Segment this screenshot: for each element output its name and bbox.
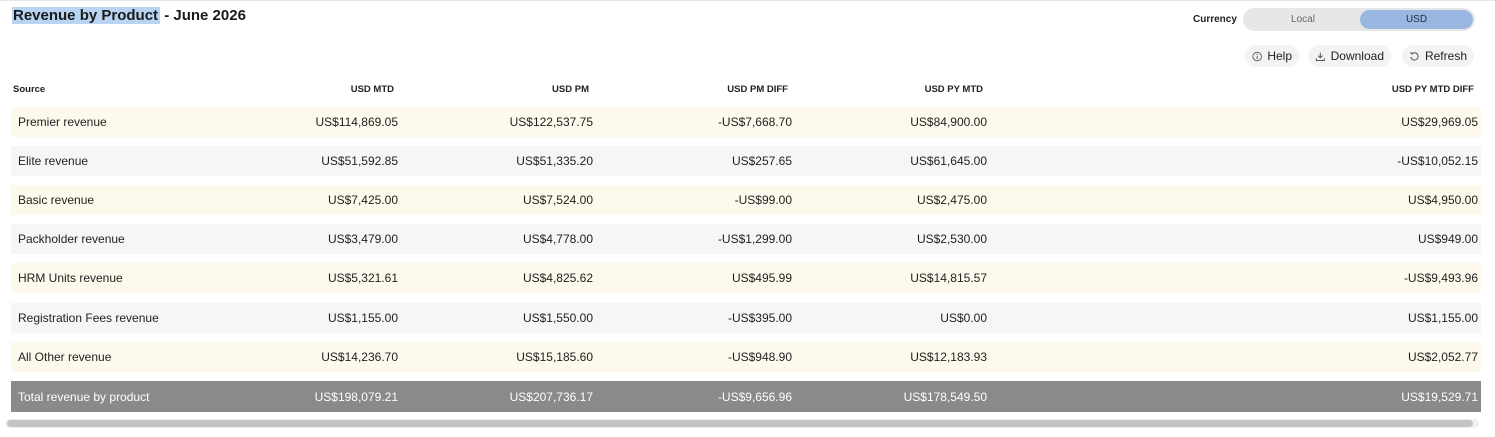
cell-usd-py-mtd: US$0.00	[940, 311, 987, 325]
download-button[interactable]: Download	[1308, 45, 1391, 67]
page-title-period: - June 2026	[160, 7, 246, 24]
cell-source: Basic revenue	[18, 193, 95, 207]
cell-usd-mtd: US$5,321.61	[327, 271, 398, 285]
table-row: All Other revenue US$14,236.70 US$15,185…	[11, 342, 1481, 372]
horizontal-scrollbar-thumb[interactable]	[7, 420, 1473, 427]
column-header-source[interactable]: Source	[13, 84, 45, 95]
cell-usd-py-mtd-diff: US$949.00	[1417, 232, 1478, 246]
column-header-usd-py-mtd[interactable]: USD PY MTD	[925, 84, 983, 95]
cell-usd-py-mtd-diff: US$4,950.00	[1407, 193, 1478, 207]
cell-usd-py-mtd-diff: -US$9,493.96	[1403, 271, 1478, 285]
cell-usd-mtd: US$198,079.21	[314, 390, 398, 404]
cell-source: HRM Units revenue	[18, 271, 123, 285]
cell-usd-py-mtd: US$2,530.00	[916, 232, 987, 246]
cell-usd-pm-diff: -US$948.90	[727, 350, 792, 364]
page-title-highlighted: Revenue by Product	[12, 7, 161, 24]
cell-usd-pm: US$15,185.60	[516, 350, 593, 364]
cell-source: Total revenue by product	[18, 390, 150, 404]
cell-usd-mtd: US$14,236.70	[321, 350, 398, 364]
cell-usd-pm-diff: -US$1,299.00	[717, 232, 792, 246]
column-header-usd-pm[interactable]: USD PM	[552, 84, 589, 95]
refresh-button-label: Refresh	[1424, 49, 1467, 63]
cell-usd-pm: US$1,550.00	[522, 311, 593, 325]
cell-source: All Other revenue	[18, 350, 112, 364]
cell-usd-py-mtd: US$14,815.57	[910, 271, 987, 285]
table-row: Premier revenue US$114,869.05 US$122,537…	[11, 107, 1481, 137]
cell-usd-mtd: US$51,592.85	[321, 154, 398, 168]
cell-usd-py-mtd: US$178,549.50	[903, 390, 987, 404]
download-icon	[1315, 52, 1325, 61]
cell-usd-mtd: US$114,869.05	[315, 115, 398, 129]
cell-usd-pm-diff: -US$395.00	[727, 311, 792, 325]
column-header-usd-mtd[interactable]: USD MTD	[351, 84, 394, 95]
cell-source: Packholder revenue	[18, 232, 125, 246]
cell-source: Premier revenue	[18, 115, 107, 129]
cell-usd-py-mtd-diff: US$19,529.71	[1401, 390, 1478, 404]
table-total-row: Total revenue by product US$198,079.21 U…	[11, 381, 1481, 412]
table-row: HRM Units revenue US$5,321.61 US$4,825.6…	[11, 263, 1481, 293]
info-icon	[1252, 51, 1262, 61]
cell-usd-pm: US$122,537.75	[509, 115, 593, 129]
cell-usd-pm: US$4,778.00	[522, 232, 593, 246]
cell-usd-py-mtd-diff: US$29,969.05	[1401, 115, 1478, 129]
cell-usd-mtd: US$7,425.00	[327, 193, 398, 207]
revenue-table: Source USD MTD USD PM USD PM DIFF USD PY…	[11, 82, 1481, 412]
cell-usd-py-mtd: US$2,475.00	[916, 193, 987, 207]
cell-usd-py-mtd: US$84,900.00	[910, 115, 987, 129]
cell-usd-py-mtd-diff: US$2,052.77	[1407, 350, 1478, 364]
table-row: Packholder revenue US$3,479.00 US$4,778.…	[11, 224, 1481, 254]
cell-usd-py-mtd-diff: US$1,155.00	[1407, 311, 1478, 325]
cell-usd-mtd: US$1,155.00	[327, 311, 398, 325]
column-header-usd-py-mtd-diff[interactable]: USD PY MTD DIFF	[1392, 84, 1474, 95]
cell-usd-py-mtd: US$61,645.00	[910, 154, 987, 168]
cell-usd-pm-diff: US$257.65	[731, 154, 792, 168]
cell-source: Elite revenue	[18, 154, 89, 168]
cell-usd-py-mtd: US$12,183.93	[910, 350, 987, 364]
horizontal-scrollbar[interactable]	[5, 419, 1479, 428]
currency-toggle[interactable]: Local USD	[1243, 8, 1475, 31]
currency-option-local[interactable]: Local	[1245, 10, 1361, 29]
cell-usd-pm: US$4,825.62	[522, 271, 593, 285]
table-row: Registration Fees revenue US$1,155.00 US…	[11, 303, 1481, 333]
cell-usd-pm-diff: -US$7,668.70	[717, 115, 792, 129]
table-header: Source USD MTD USD PM USD PM DIFF USD PY…	[11, 82, 1481, 100]
cell-source: Registration Fees revenue	[18, 311, 159, 325]
currency-label: Currency	[1193, 14, 1237, 25]
cell-usd-pm-diff: -US$9,656.96	[717, 390, 792, 404]
help-button[interactable]: Help	[1245, 45, 1299, 67]
cell-usd-pm: US$207,736.17	[509, 390, 593, 404]
refresh-icon	[1410, 51, 1419, 61]
currency-option-usd[interactable]: USD	[1360, 10, 1473, 29]
cell-usd-pm: US$7,524.00	[522, 193, 593, 207]
cell-usd-pm: US$51,335.20	[516, 154, 593, 168]
cell-usd-pm-diff: -US$99.00	[734, 193, 792, 207]
column-header-usd-pm-diff[interactable]: USD PM DIFF	[727, 84, 788, 95]
table-row: Basic revenue US$7,425.00 US$7,524.00 -U…	[11, 185, 1481, 215]
refresh-button[interactable]: Refresh	[1402, 45, 1474, 67]
page-title: Revenue by Product - June 2026	[12, 7, 246, 24]
cell-usd-mtd: US$3,479.00	[327, 232, 398, 246]
table-row: Elite revenue US$51,592.85 US$51,335.20 …	[11, 146, 1481, 176]
cell-usd-py-mtd-diff: -US$10,052.15	[1397, 154, 1478, 168]
help-button-label: Help	[1267, 49, 1292, 63]
top-divider	[0, 0, 1495, 3]
download-button-label: Download	[1330, 49, 1384, 63]
cell-usd-pm-diff: US$495.99	[731, 271, 792, 285]
